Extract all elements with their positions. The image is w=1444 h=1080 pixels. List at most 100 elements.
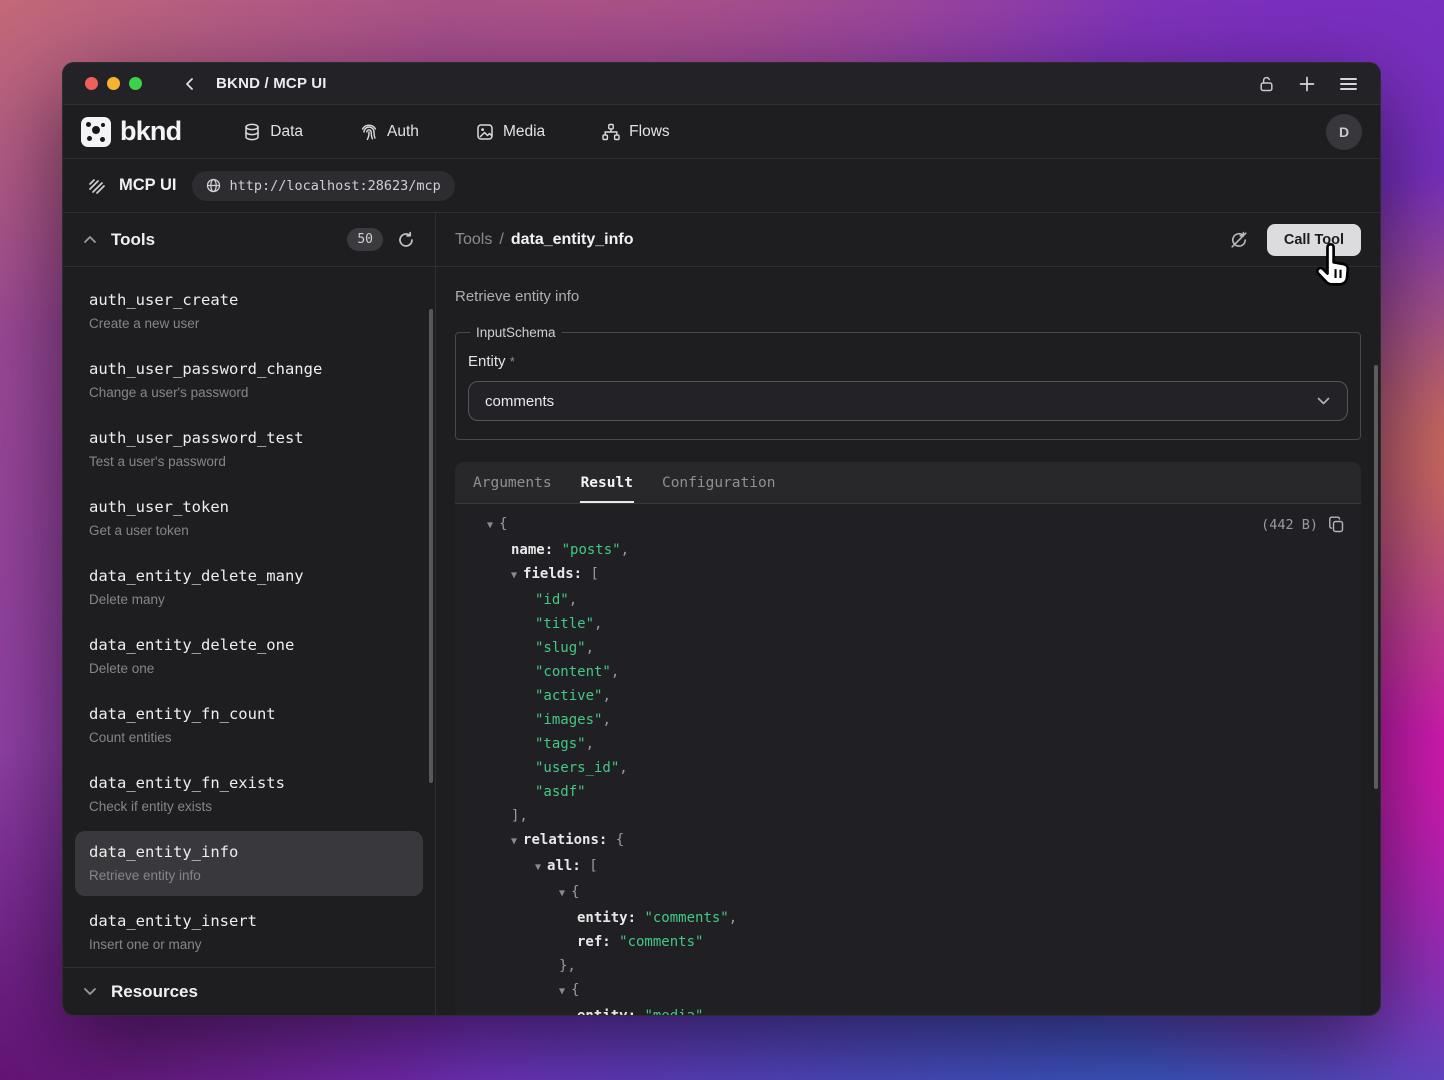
bknd-logo-icon	[81, 117, 111, 147]
brand[interactable]: bknd	[81, 116, 181, 147]
collapse-toggle-icon[interactable]: ▼	[511, 836, 523, 847]
collapse-toggle-icon[interactable]: ▼	[559, 986, 571, 997]
json-key: relations:	[523, 832, 607, 848]
json-line: ▼ relations: {	[471, 828, 1345, 854]
main-panel: Tools / data_entity_info Call Tool Retri…	[436, 213, 1380, 1015]
nav-item-label: Flows	[629, 123, 669, 141]
tool-description: Count entities	[89, 729, 409, 747]
collapse-toggle-icon[interactable]: ▼	[559, 888, 571, 899]
tool-item[interactable]: data_entity_delete_many Delete many	[75, 555, 423, 620]
minimize-window-button[interactable]	[107, 77, 120, 90]
json-string-value: "asdf"	[535, 784, 586, 800]
json-punctuation: ,	[602, 688, 610, 704]
sidebar-scrollbar[interactable]	[429, 309, 433, 783]
tab[interactable]: Arguments	[472, 464, 553, 503]
tool-item[interactable]: auth_user_token Get a user token	[75, 486, 423, 551]
title-bar: BKND / MCP UI	[63, 63, 1380, 105]
collapse-toggle-icon[interactable]: ▼	[535, 862, 547, 873]
tool-item[interactable]: data_entity_delete_one Delete one	[75, 624, 423, 689]
collapse-toggle-icon[interactable]: ▼	[487, 520, 499, 531]
new-tab-icon[interactable]	[1298, 75, 1316, 93]
json-string-value: "content"	[535, 664, 611, 680]
nav-item-label: Media	[503, 123, 545, 141]
json-string-value: "users_id"	[535, 760, 619, 776]
back-button[interactable]	[182, 76, 198, 92]
result-size: (442 B)	[1261, 517, 1318, 533]
tool-item[interactable]: auth_user_create Create a new user	[75, 279, 423, 344]
chevron-left-icon	[182, 76, 198, 92]
json-key: name:	[511, 542, 553, 558]
nav-item[interactable]: Data	[243, 123, 303, 141]
json-line: entity: "comments",	[471, 906, 1345, 930]
json-punctuation: {	[571, 884, 579, 900]
app-window: BKND / MCP UI bknd Data	[62, 62, 1381, 1016]
avatar[interactable]: D	[1326, 114, 1362, 150]
avatar-initial: D	[1339, 124, 1349, 140]
globe-icon	[206, 178, 221, 193]
nav-item[interactable]: Flows	[602, 123, 669, 141]
resources-section-header[interactable]: Resources	[63, 967, 435, 1015]
tool-item[interactable]: data_entity_info Retrieve entity info	[75, 831, 423, 896]
auto-call-off-icon[interactable]	[1229, 230, 1249, 250]
json-line: "content",	[471, 660, 1345, 684]
json-line: "images",	[471, 708, 1345, 732]
tool-item[interactable]: auth_user_password_change Change a user'…	[75, 348, 423, 413]
entity-select-value: comments	[485, 393, 554, 410]
json-punctuation: ,	[621, 542, 629, 558]
input-schema-fieldset: InputSchema Entity * comments	[455, 325, 1361, 440]
refresh-icon[interactable]	[397, 231, 415, 249]
main-scrollbar[interactable]	[1374, 365, 1378, 789]
tool-description: Create a new user	[89, 315, 409, 333]
json-punctuation: ,	[594, 616, 602, 632]
tools-section-header[interactable]: Tools 50	[63, 213, 435, 267]
brand-name: bknd	[120, 116, 181, 147]
json-key: all:	[547, 858, 581, 874]
json-key: entity:	[577, 1008, 636, 1016]
json-punctuation: ,	[611, 664, 619, 680]
image-icon	[476, 123, 494, 141]
json-string-value: "title"	[535, 616, 594, 632]
json-string-value: "active"	[535, 688, 602, 704]
tool-item[interactable]: auth_user_password_test Test a user's pa…	[75, 417, 423, 482]
close-window-button[interactable]	[85, 77, 98, 90]
json-punctuation: [	[582, 566, 599, 582]
tab[interactable]: Result	[580, 464, 634, 503]
json-line: ▼ {	[471, 880, 1345, 906]
copy-icon[interactable]	[1328, 516, 1345, 533]
call-tool-button[interactable]: Call Tool	[1267, 224, 1361, 256]
mcp-sub-header: MCP UI http://localhost:28623/mcp	[63, 159, 1380, 213]
json-punctuation: ],	[511, 808, 528, 824]
json-line: entity: "media",	[471, 1004, 1345, 1016]
json-punctuation: },	[559, 958, 576, 974]
page-title: MCP UI	[119, 176, 176, 195]
window-title: BKND / MCP UI	[216, 75, 327, 92]
lock-open-icon[interactable]	[1258, 75, 1275, 93]
tool-item[interactable]: data_entity_fn_count Count entities	[75, 693, 423, 758]
nav-item[interactable]: Auth	[360, 123, 419, 141]
nav-items: Data Auth Media Flows	[243, 123, 669, 141]
zoom-window-button[interactable]	[129, 77, 142, 90]
server-url: http://localhost:28623/mcp	[229, 178, 440, 194]
tools-sidebar: Tools 50 auth_user_create Create a new u…	[63, 213, 436, 1015]
json-line: "active",	[471, 684, 1345, 708]
tool-description: Get a user token	[89, 522, 409, 540]
server-url-pill[interactable]: http://localhost:28623/mcp	[192, 171, 454, 201]
tool-item[interactable]: data_entity_fn_exists Check if entity ex…	[75, 762, 423, 827]
breadcrumb: Tools / data_entity_info	[455, 231, 634, 249]
tool-name: auth_user_token	[89, 497, 409, 518]
tab[interactable]: Configuration	[661, 464, 777, 503]
entity-select[interactable]: comments	[468, 381, 1348, 421]
menu-icon[interactable]	[1339, 76, 1358, 92]
breadcrumb-section[interactable]: Tools	[455, 231, 492, 249]
json-line: "id",	[471, 588, 1345, 612]
nav-item[interactable]: Media	[476, 123, 545, 141]
tools-section-title: Tools	[111, 230, 155, 250]
tool-name: auth_user_create	[89, 290, 409, 311]
json-line: "users_id",	[471, 756, 1345, 780]
tool-item[interactable]: data_entity_insert Insert one or many	[75, 900, 423, 965]
resources-section-title: Resources	[111, 982, 198, 1002]
collapse-toggle-icon[interactable]: ▼	[511, 570, 523, 581]
json-string-value: "comments"	[636, 910, 729, 926]
tool-description: Check if entity exists	[89, 798, 409, 816]
json-punctuation: ,	[729, 910, 737, 926]
